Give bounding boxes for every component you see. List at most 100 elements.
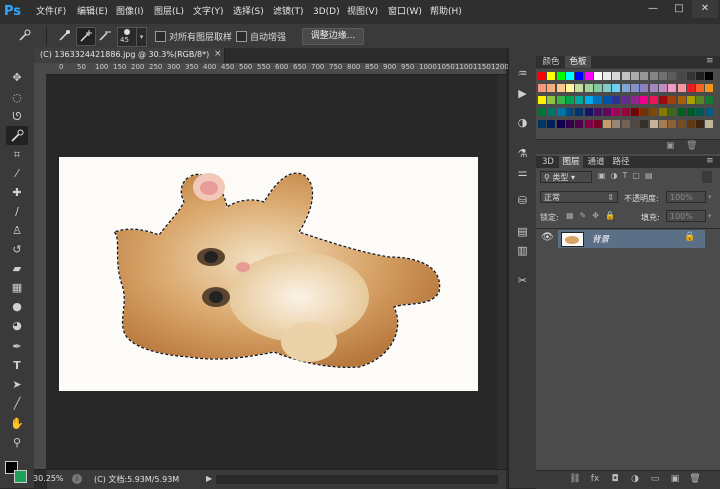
color-swatch[interactable] — [649, 96, 658, 104]
minimize-button[interactable]: — — [640, 0, 666, 18]
color-swatch[interactable] — [575, 96, 584, 104]
color-swatch[interactable] — [547, 72, 556, 80]
tab-3d[interactable]: 3D — [538, 156, 558, 168]
color-swatch[interactable] — [649, 84, 658, 92]
color-swatch[interactable] — [584, 120, 593, 128]
brush-presets-icon[interactable]: ⚗ — [513, 145, 532, 163]
tab-paths[interactable]: 路径 — [609, 156, 633, 168]
close-button[interactable]: ✕ — [692, 0, 718, 18]
tab-layers[interactable]: 图层 — [559, 156, 583, 168]
color-swatch[interactable] — [696, 108, 705, 116]
info-icon[interactable]: i — [72, 474, 82, 484]
color-swatch[interactable] — [705, 96, 714, 104]
menu-select[interactable]: 选择(S) — [233, 5, 264, 19]
color-swatch[interactable] — [696, 96, 705, 104]
fill-dropdown-icon[interactable]: ▾ — [708, 212, 712, 220]
color-swatch[interactable] — [621, 84, 630, 92]
color-swatch[interactable] — [631, 108, 639, 116]
color-swatch[interactable] — [668, 84, 677, 92]
color-swatch[interactable] — [677, 120, 686, 128]
dodge-tool-icon[interactable]: ◕ — [6, 316, 28, 335]
color-swatch[interactable] — [556, 120, 565, 128]
color-swatch[interactable] — [538, 84, 546, 92]
color-swatch[interactable] — [677, 96, 686, 104]
color-swatch[interactable] — [556, 84, 565, 92]
color-swatch[interactable] — [631, 96, 639, 104]
color-swatch[interactable] — [658, 96, 667, 104]
color-swatch[interactable] — [658, 108, 667, 116]
paragraph-icon[interactable]: ▥ — [513, 242, 532, 260]
blend-mode-select[interactable]: 正常 ⇕ — [540, 191, 618, 203]
color-swatch[interactable] — [584, 108, 593, 116]
color-swatch[interactable] — [538, 108, 546, 116]
color-swatch[interactable] — [640, 84, 649, 92]
color-swatch[interactable] — [705, 84, 714, 92]
color-swatch[interactable] — [686, 120, 695, 128]
menu-3d[interactable]: 3D(D) — [313, 5, 340, 19]
history-brush-tool-icon[interactable]: ↺ — [6, 240, 28, 259]
layer-mask-icon[interactable]: ◘ — [608, 474, 622, 485]
color-swatch[interactable] — [612, 120, 621, 128]
history-icon[interactable]: ♒ — [513, 65, 532, 83]
color-swatch[interactable] — [547, 108, 556, 116]
color-swatch[interactable] — [603, 108, 612, 116]
color-swatch[interactable] — [603, 84, 612, 92]
color-swatch[interactable] — [575, 108, 584, 116]
layers-panel-menu-icon[interactable]: ≡ — [706, 156, 714, 166]
color-swatch[interactable] — [575, 84, 584, 92]
color-swatch[interactable] — [547, 96, 556, 104]
tab-swatches[interactable]: 色板 — [565, 56, 591, 68]
color-swatch[interactable] — [696, 72, 705, 80]
color-swatch[interactable] — [640, 72, 649, 80]
delete-swatch-icon[interactable]: 🗑 — [686, 141, 697, 151]
document-tab[interactable]: (C) 1363324421886.jpg @ 30.3%(RGB/8*) × — [34, 48, 225, 63]
color-swatch[interactable] — [565, 84, 574, 92]
color-swatch[interactable] — [640, 108, 649, 116]
lock-icons[interactable]: ▦✎✥🔒 — [566, 211, 626, 223]
clone-source-icon[interactable]: ⚌ — [513, 164, 532, 182]
clone-stamp-tool-icon[interactable]: ♙ — [6, 221, 28, 240]
color-swatch[interactable] — [575, 72, 584, 80]
healing-brush-tool-icon[interactable]: ✚ — [6, 183, 28, 202]
color-swatch[interactable] — [565, 108, 574, 116]
color-swatch[interactable] — [621, 96, 630, 104]
color-swatch[interactable] — [705, 72, 714, 80]
color-swatch[interactable] — [565, 72, 574, 80]
layer-filter-select[interactable]: ⚲ 类型 ▾ — [540, 171, 592, 183]
document-image[interactable] — [59, 157, 478, 391]
status-menu-arrow-icon[interactable]: ▶ — [206, 474, 212, 483]
horizontal-scrollbar[interactable] — [216, 475, 498, 484]
tab-color[interactable]: 颜色 — [538, 56, 564, 68]
color-swatch[interactable] — [584, 72, 593, 80]
color-swatch[interactable] — [677, 72, 686, 80]
layer-row-background[interactable]: 背景 🔒 — [558, 230, 705, 248]
maximize-button[interactable]: □ — [666, 0, 692, 18]
color-swatch[interactable] — [603, 96, 612, 104]
color-swatch[interactable] — [649, 120, 658, 128]
quick-selection-tool-icon[interactable] — [6, 126, 28, 145]
new-group-icon[interactable]: ▭ — [648, 474, 662, 485]
color-swatch[interactable] — [556, 96, 565, 104]
color-swatch[interactable] — [668, 96, 677, 104]
color-swatch[interactable] — [621, 108, 630, 116]
color-swatch[interactable] — [584, 84, 593, 92]
menu-window[interactable]: 窗口(W) — [388, 5, 422, 19]
color-swatch[interactable] — [612, 84, 621, 92]
brush-tool-icon[interactable]: ∕ — [6, 202, 28, 221]
color-swatch[interactable] — [603, 72, 612, 80]
color-swatch[interactable] — [621, 120, 630, 128]
character-icon[interactable]: ▤ — [513, 223, 532, 241]
color-swatch[interactable] — [686, 72, 695, 80]
actions-play-icon[interactable]: ▶ — [513, 85, 532, 103]
color-swatch[interactable] — [538, 72, 546, 80]
color-swatch[interactable] — [593, 84, 602, 92]
color-swatch[interactable] — [677, 108, 686, 116]
crop-tool-icon[interactable]: ⌗ — [6, 145, 28, 164]
color-swatch[interactable] — [686, 84, 695, 92]
color-swatch[interactable] — [677, 84, 686, 92]
tools-icon[interactable]: ✂ — [513, 272, 532, 290]
color-swatch[interactable] — [668, 72, 677, 80]
type-tool-icon[interactable]: T — [6, 356, 28, 375]
color-swatch[interactable] — [640, 120, 649, 128]
color-swatch[interactable] — [593, 120, 602, 128]
